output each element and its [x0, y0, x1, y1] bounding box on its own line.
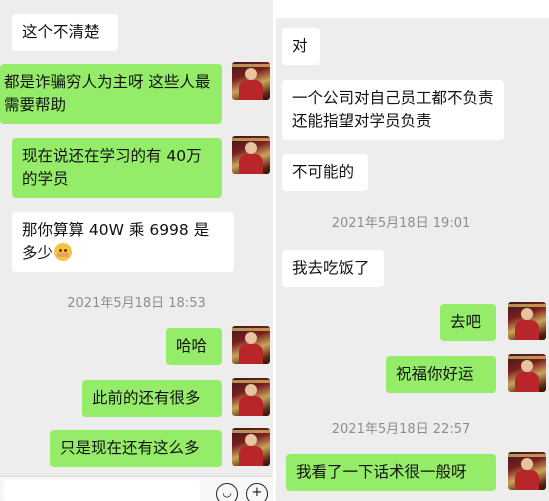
message-bubble[interactable]: 去吧 [440, 304, 496, 341]
message-bubble[interactable]: 一个公司对自己员工都不负责还能指望对学员负责 [282, 80, 504, 140]
message-bubble[interactable]: 祝福你好运 [386, 356, 496, 393]
message-bubble[interactable]: 对 [282, 28, 320, 65]
message-bubble[interactable]: 我去吃饭了 [282, 250, 384, 287]
flushed-face-icon [54, 243, 73, 261]
message-input[interactable] [4, 480, 200, 501]
avatar[interactable] [232, 428, 270, 466]
avatar[interactable] [232, 136, 270, 174]
message-bubble[interactable]: 不可能的 [282, 154, 368, 191]
avatar[interactable] [232, 326, 270, 364]
avatar[interactable] [508, 452, 546, 490]
message-bubble[interactable]: 我看了一下话术很一般呀 [286, 454, 496, 491]
chat-panel-right: 对 一个公司对自己员工都不负责还能指望对学员负责 不可能的 2021年5月18日… [276, 18, 549, 501]
message-bubble[interactable]: 那你算算 40W 乘 6998 是多少 [12, 212, 234, 272]
message-bubble[interactable]: 现在说还在学习的有 40万的学员 [12, 138, 222, 198]
message-bubble[interactable]: 哈哈 [166, 328, 222, 365]
timestamp: 2021年5月18日 19:01 [331, 216, 471, 231]
timestamp: 2021年5月18日 18:53 [67, 296, 206, 311]
avatar[interactable] [508, 302, 546, 340]
chat-panel-left: 这个不清楚 都是诈骗穷人为主呀 这些人最需要帮助 现在说还在学习的有 40万的学… [0, 0, 273, 501]
avatar[interactable] [508, 354, 546, 392]
avatar[interactable] [232, 62, 270, 100]
emoji-icon[interactable]: ◡ [216, 483, 238, 501]
message-bubble[interactable]: 此前的还有很多 [82, 380, 222, 417]
message-bubble[interactable]: 这个不清楚 [12, 14, 118, 51]
timestamp: 2021年5月18日 22:57 [331, 422, 471, 437]
input-bar: ◡ + [0, 476, 273, 501]
message-bubble[interactable]: 都是诈骗穷人为主呀 这些人最需要帮助 [0, 64, 222, 124]
message-bubble[interactable]: 只是现在还有这么多 [50, 430, 222, 467]
avatar[interactable] [232, 378, 270, 416]
plus-icon[interactable]: + [246, 483, 268, 501]
